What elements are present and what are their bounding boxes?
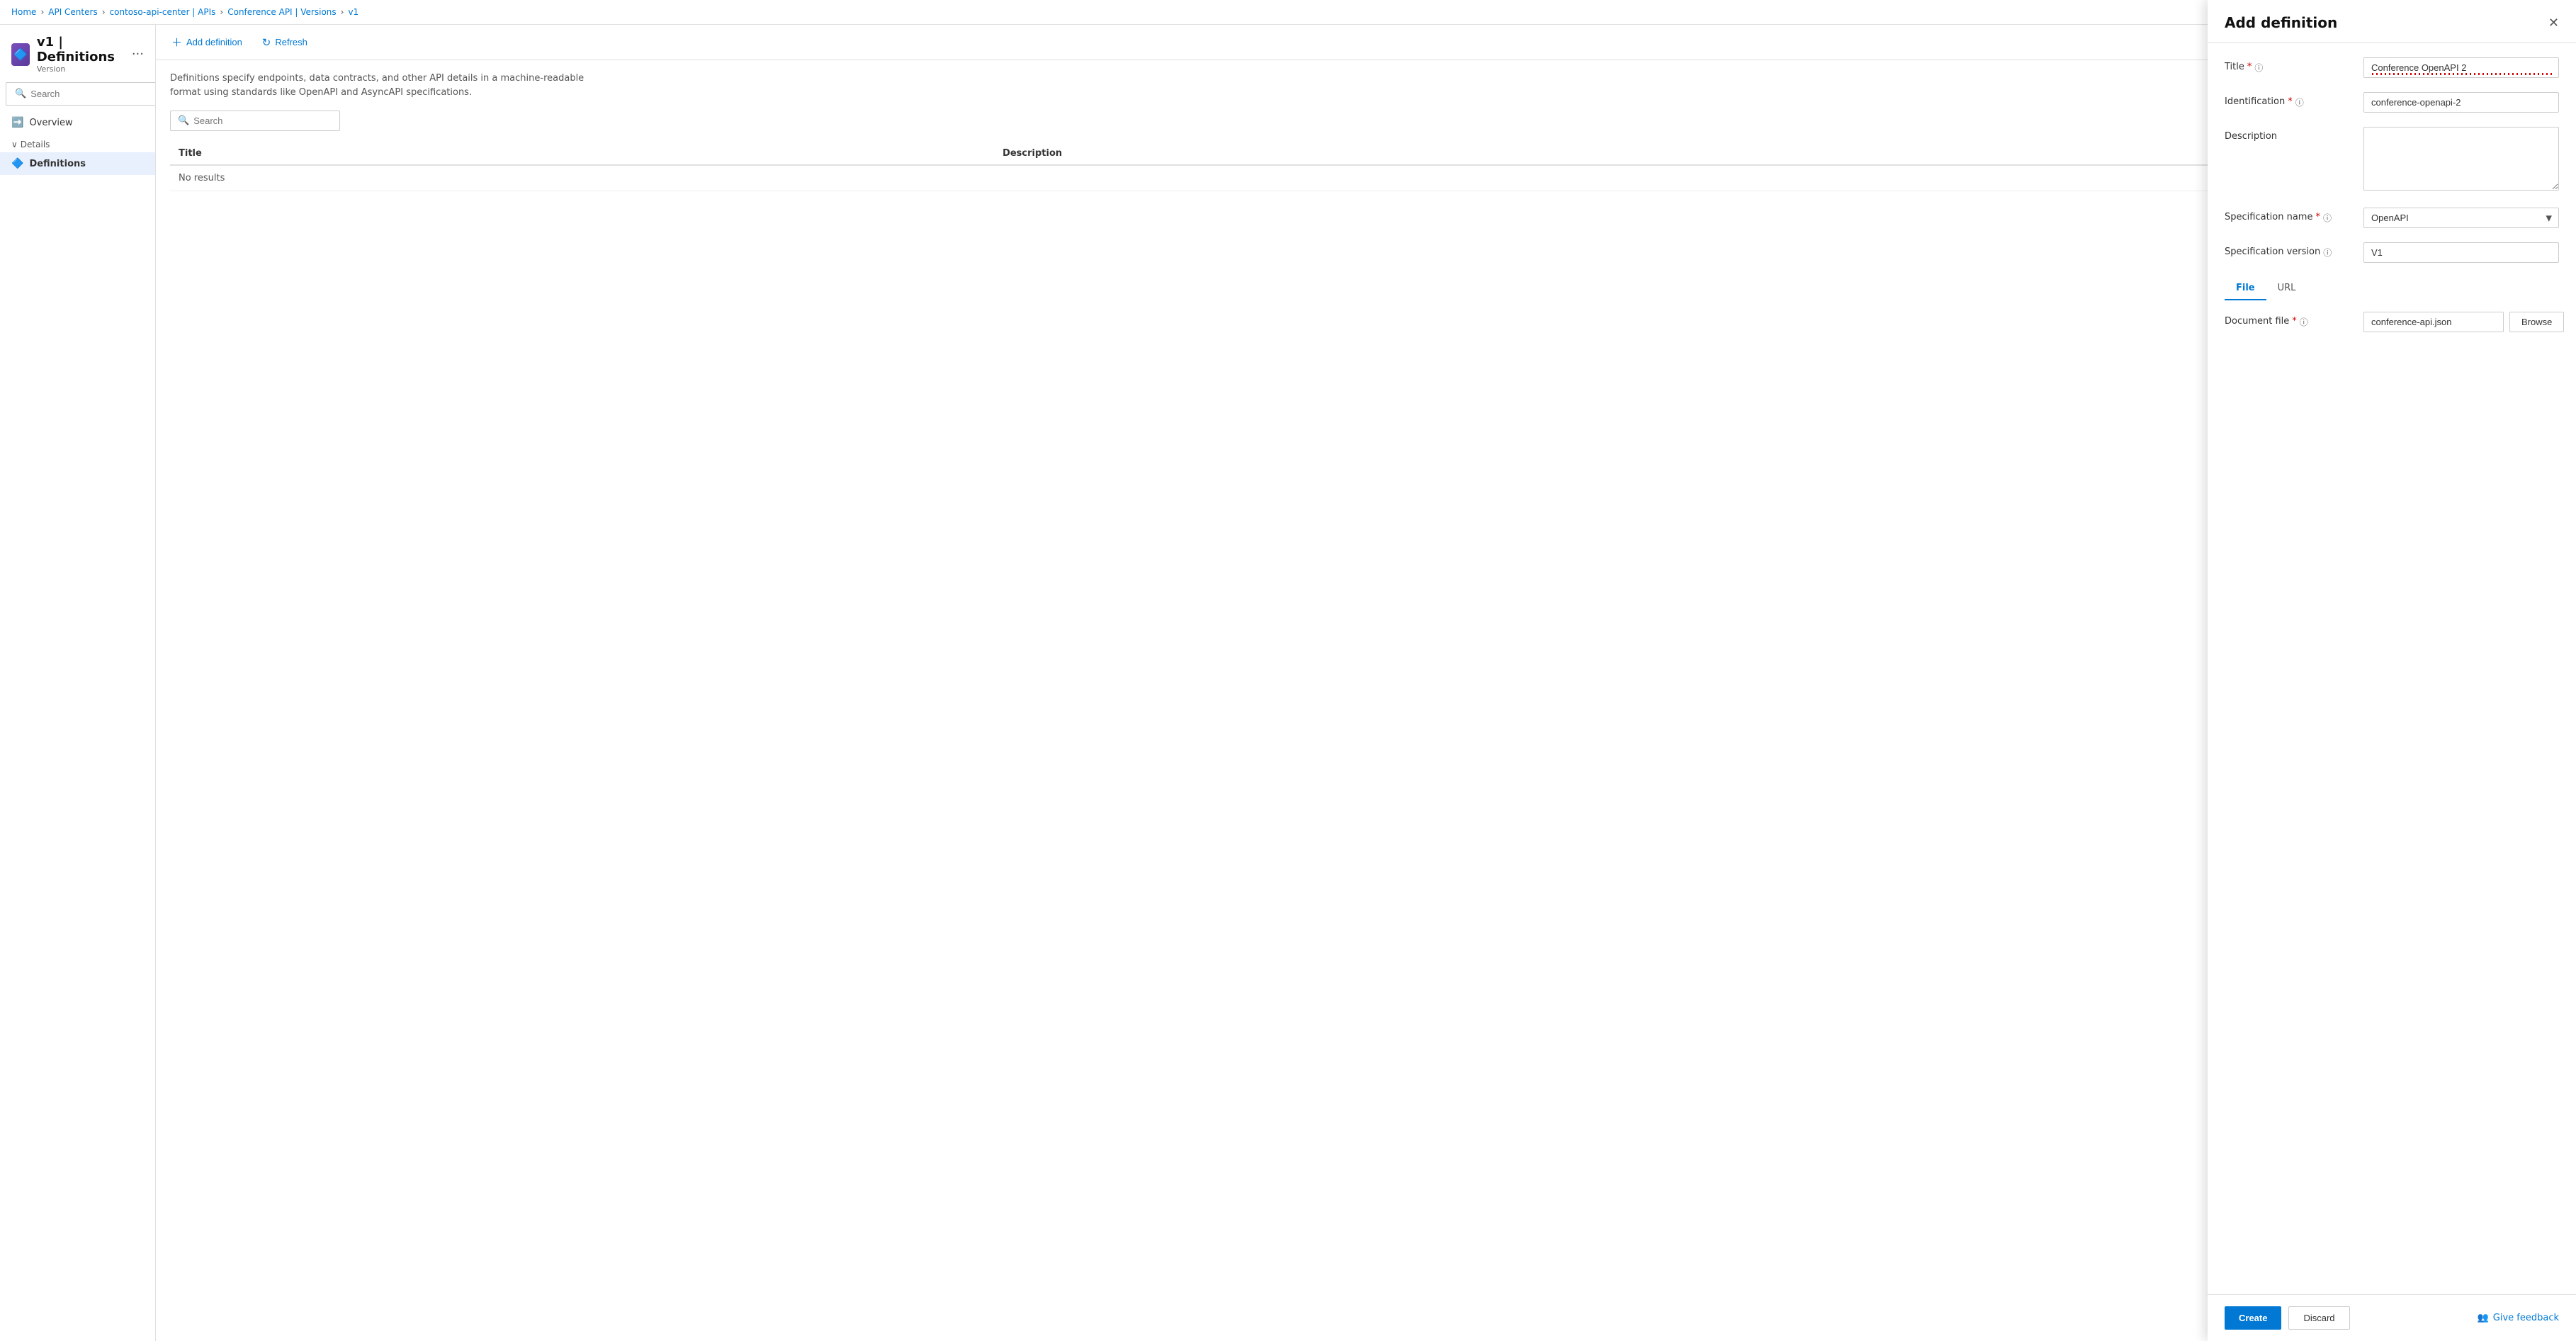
browse-button[interactable]: Browse <box>2509 312 2564 332</box>
definitions-table: Title Description No results <box>170 142 2562 191</box>
panel-title: Add definition <box>2225 14 2337 31</box>
description-label: Description <box>2225 127 2352 142</box>
refresh-button[interactable]: ↻ Refresh <box>258 33 312 52</box>
description-input-wrap <box>2363 127 2559 193</box>
breadcrumb-home[interactable]: Home <box>11 7 36 17</box>
form-row-identification: Identification * ⓘ <box>2225 92 2559 113</box>
add-definition-panel: Add definition ✕ Title * ⓘ Identificatio… <box>2208 0 2576 1341</box>
doc-file-label: Document file * ⓘ <box>2225 312 2352 328</box>
spec-version-input-wrap <box>2363 242 2559 263</box>
sidebar-header: 🔷 v1 | Definitions Version ··· <box>0 25 155 79</box>
tab-file[interactable]: File <box>2225 277 2266 300</box>
create-button[interactable]: Create <box>2225 1306 2281 1330</box>
form-row-description: Description <box>2225 127 2559 193</box>
add-definition-button[interactable]: ＋ Add definition <box>167 32 247 52</box>
sidebar-item-definitions-label: Definitions <box>29 159 86 169</box>
panel-footer: Create Discard 👥 Give feedback <box>2208 1294 2576 1341</box>
form-row-title: Title * ⓘ <box>2225 57 2559 78</box>
doc-file-input-wrap: Browse <box>2363 312 2564 332</box>
breadcrumb: Home › API Centers › contoso-api-center … <box>0 0 2576 25</box>
panel-body: Title * ⓘ Identification * ⓘ Descri <box>2208 43 2576 1294</box>
identification-label: Identification * ⓘ <box>2225 92 2352 108</box>
sidebar-details-label: Details <box>21 140 50 149</box>
title-info-icon[interactable]: ⓘ <box>2254 62 2263 74</box>
refresh-icon: ↻ <box>262 36 271 49</box>
table-search-input[interactable] <box>193 115 332 126</box>
doc-file-input[interactable] <box>2363 312 2504 332</box>
table-search-box[interactable]: 🔍 <box>170 111 340 131</box>
sidebar: 🔷 v1 | Definitions Version ··· 🔍 ✕ « ➡️ … <box>0 25 156 1341</box>
spec-name-required: * <box>2315 212 2320 222</box>
sidebar-search-icon: 🔍 <box>15 89 26 99</box>
feedback-icon: 👥 <box>2478 1313 2489 1323</box>
breadcrumb-contoso[interactable]: contoso-api-center | APIs <box>110 7 216 17</box>
no-results-text: No results <box>170 165 2562 191</box>
chevron-down-icon: ∨ <box>11 140 18 149</box>
feedback-label: Give feedback <box>2493 1313 2559 1323</box>
sidebar-item-definitions[interactable]: 🔷 Definitions <box>0 152 155 175</box>
add-icon: ＋ <box>171 35 182 50</box>
breadcrumb-v1[interactable]: v1 <box>348 7 358 17</box>
definitions-icon: 🔷 <box>11 158 23 169</box>
refresh-label: Refresh <box>275 37 307 47</box>
give-feedback-link[interactable]: 👥 Give feedback <box>2478 1313 2559 1323</box>
identification-required: * <box>2288 96 2293 107</box>
identification-input[interactable] <box>2363 92 2559 113</box>
discard-button[interactable]: Discard <box>2288 1306 2349 1330</box>
breadcrumb-conference-api[interactable]: Conference API | Versions <box>227 7 336 17</box>
sidebar-search-input[interactable] <box>30 89 155 99</box>
title-label: Title * ⓘ <box>2225 57 2352 74</box>
spec-name-info-icon[interactable]: ⓘ <box>2323 212 2332 224</box>
doc-file-required: * <box>2292 316 2297 327</box>
panel-close-button[interactable]: ✕ <box>2548 16 2559 30</box>
form-row-spec-name: Specification name * ⓘ OpenAPI AsyncAPI … <box>2225 208 2559 228</box>
document-tab-row: File URL <box>2225 277 2559 300</box>
form-row-doc-file: Document file * ⓘ Browse <box>2225 312 2559 332</box>
sidebar-section-details[interactable]: ∨ Details <box>0 134 155 152</box>
spec-name-select-wrap: OpenAPI AsyncAPI GraphQL gRPC WSDL WADL … <box>2363 208 2559 228</box>
spec-name-select[interactable]: OpenAPI AsyncAPI GraphQL gRPC WSDL WADL … <box>2363 208 2559 228</box>
spec-version-label: Specification version ⓘ <box>2225 242 2352 259</box>
doc-file-info-icon[interactable]: ⓘ <box>2300 316 2308 328</box>
tab-url[interactable]: URL <box>2266 277 2307 300</box>
sidebar-item-overview[interactable]: ➡️ Overview <box>0 111 155 134</box>
panel-header: Add definition ✕ <box>2208 0 2576 43</box>
sidebar-search-box[interactable]: 🔍 ✕ <box>6 82 156 106</box>
title-required: * <box>2247 62 2252 72</box>
table-no-results-row: No results <box>170 165 2562 191</box>
sidebar-icon: 🔷 <box>11 43 30 66</box>
identification-info-icon[interactable]: ⓘ <box>2295 96 2304 108</box>
sidebar-title: v1 | Definitions <box>37 35 125 64</box>
spec-version-input[interactable] <box>2363 242 2559 263</box>
sidebar-more-button[interactable]: ··· <box>132 47 144 62</box>
sidebar-item-overview-label: Overview <box>29 118 72 128</box>
col-title: Title <box>170 142 994 165</box>
add-definition-label: Add definition <box>186 37 242 47</box>
title-input-wrap <box>2363 57 2559 78</box>
title-input[interactable] <box>2363 57 2559 78</box>
table-search-icon: 🔍 <box>178 115 189 126</box>
spec-name-label: Specification name * ⓘ <box>2225 208 2352 224</box>
breadcrumb-api-centers[interactable]: API Centers <box>48 7 97 17</box>
spec-version-info-icon[interactable]: ⓘ <box>2323 247 2332 259</box>
sidebar-subtitle: Version <box>37 64 125 74</box>
identification-input-wrap <box>2363 92 2559 113</box>
footer-actions: Create Discard <box>2225 1306 2350 1330</box>
overview-icon: ➡️ <box>11 117 23 128</box>
content-description: Definitions specify endpoints, data cont… <box>170 72 595 99</box>
form-row-spec-version: Specification version ⓘ <box>2225 242 2559 263</box>
description-textarea[interactable] <box>2363 127 2559 191</box>
